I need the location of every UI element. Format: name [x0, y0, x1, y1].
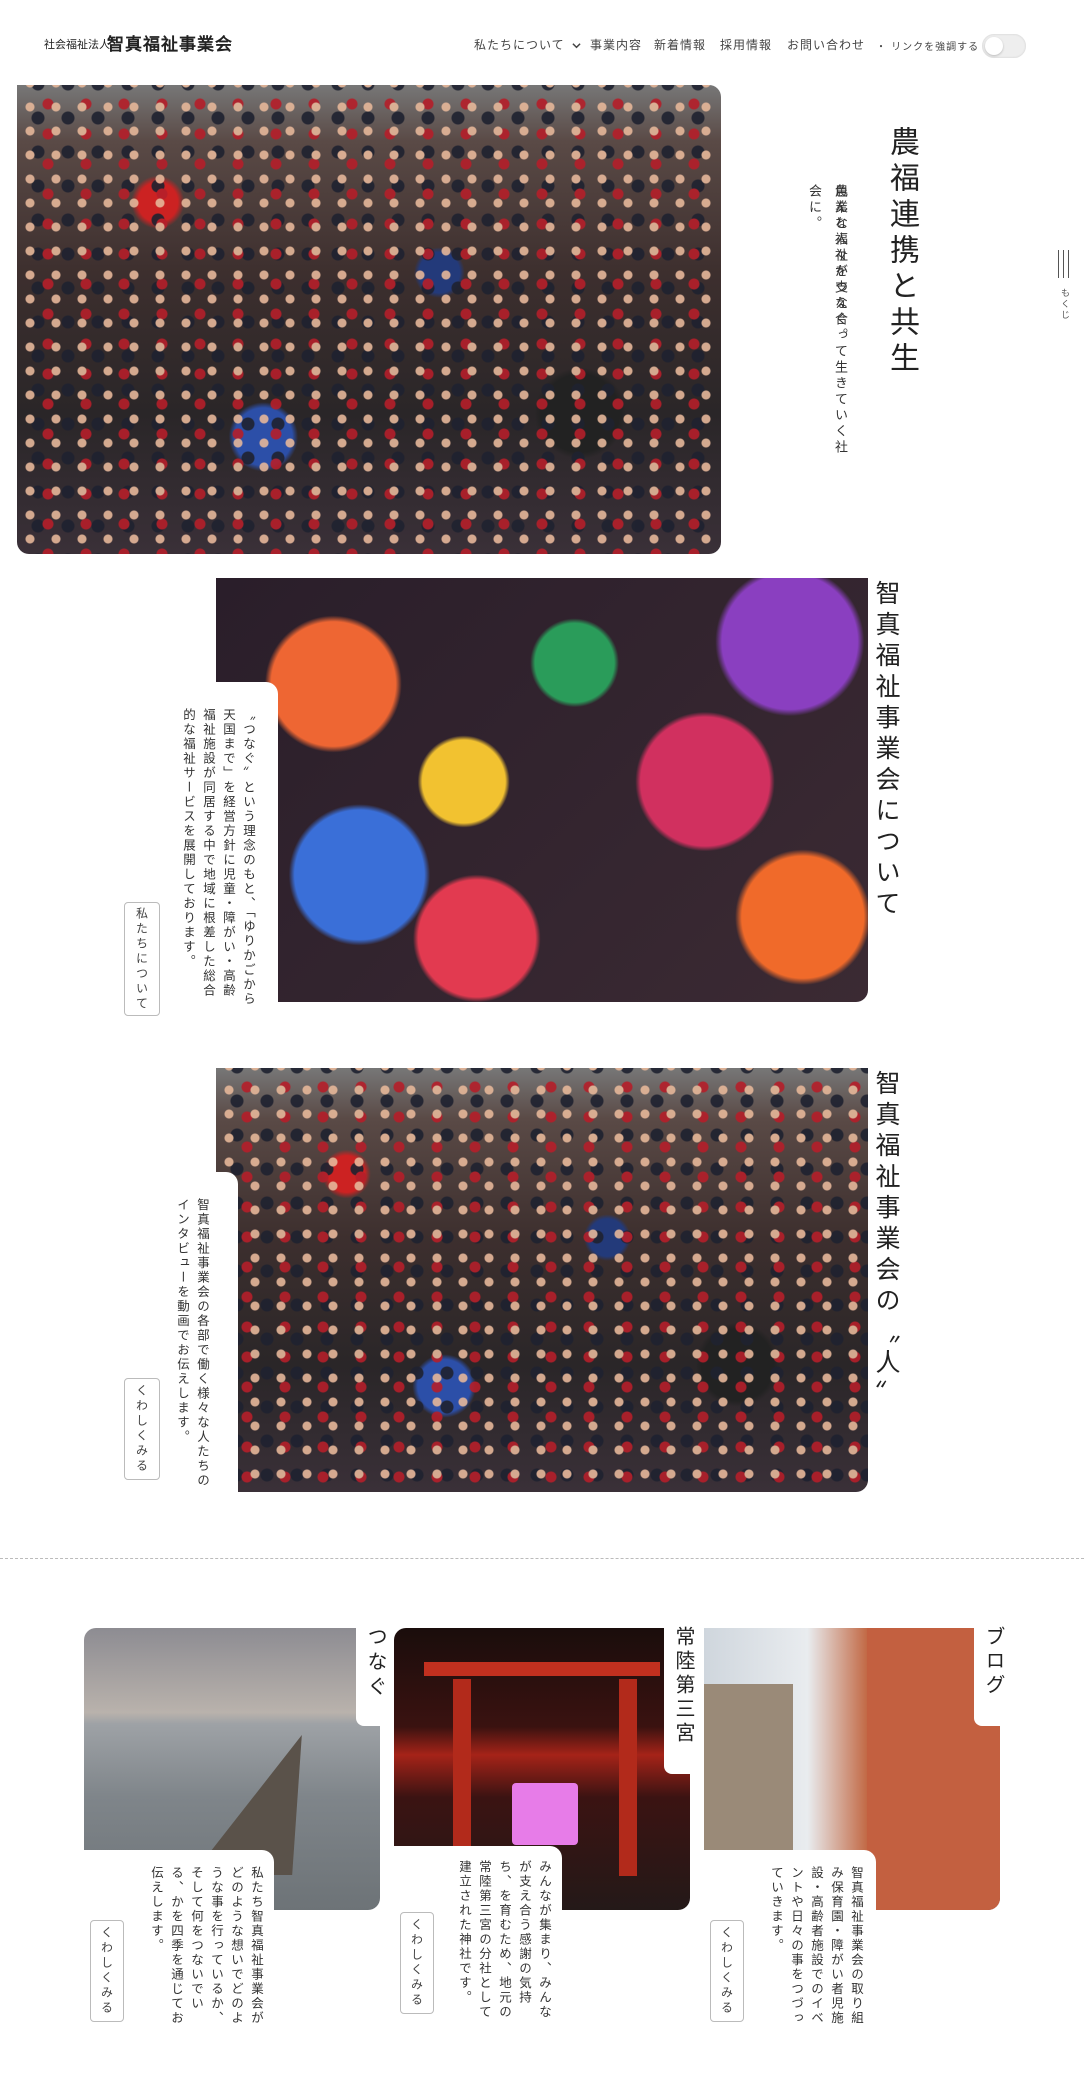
- toc-icon[interactable]: [1054, 250, 1076, 280]
- about-body: 〝つなぐ〟という理念のもと、「ゆりかごから天国まで」を経営方針に児童・障がい・高…: [181, 708, 256, 1007]
- card-2-label: 常陸第三宮: [672, 1626, 696, 1746]
- section-divider: [0, 1558, 1084, 1559]
- toggle-knob: [985, 37, 1003, 55]
- card-1-button[interactable]: くわしくみる: [90, 1920, 124, 2022]
- card-2-body: みんなが集まり、みんなが支え合う感謝の気持ち、を育むため、地元の常陸第三宮の分社…: [457, 1860, 552, 2020]
- nav-about-label: 私たちについて: [474, 38, 565, 52]
- people-title: 智真福祉事業会の〝人〟: [872, 1070, 901, 1411]
- people-body: 智真福祉事業会の各部で働く様々な人たちのインタビューを動画でお伝えします。: [175, 1198, 210, 1488]
- card-3-label-box: ブログ: [974, 1618, 1012, 1726]
- nav-news[interactable]: 新着情報: [654, 36, 706, 53]
- link-emphasis-toggle[interactable]: [982, 34, 1026, 58]
- about-title: 智真福祉事業会について: [872, 580, 901, 921]
- people-button[interactable]: くわしくみる: [124, 1378, 160, 1480]
- hero-title: 農福連携と共生: [884, 126, 919, 378]
- hero-lead-2: 色んな人々が支え合って生きていく社会に。: [806, 184, 847, 456]
- about-button[interactable]: 私たちについて: [124, 902, 160, 1016]
- card-3-button[interactable]: くわしくみる: [710, 1920, 744, 2022]
- about-photo: [216, 578, 868, 1002]
- org-prefix: 社会福祉法人: [44, 38, 110, 51]
- card-3-body: 智真福祉事業会の取り組み保育園・障がい者児施設・高齢者施設でのイベントや日々の事…: [769, 1866, 864, 2026]
- toc-label: もくじ: [1059, 288, 1069, 321]
- card-1-body: 私たち智真福祉事業会がどのような想いでどのような事を行っているか、そして何をつな…: [149, 1866, 264, 2026]
- hero-photo: [17, 85, 721, 554]
- card-1-label: つなぐ: [364, 1626, 388, 1701]
- card-2-button[interactable]: くわしくみる: [400, 1912, 434, 2014]
- site-header: 社会福祉法人 智真福祉事業会 私たちについて 事業内容 新着情報 採用情報 お問…: [0, 0, 1084, 86]
- nav-contact[interactable]: お問い合わせ: [787, 36, 865, 53]
- card-2-label-box: 常陸第三宮: [664, 1618, 702, 1774]
- site-logo[interactable]: 智真福祉事業会: [107, 30, 233, 55]
- link-emphasis-label: ・ リンクを強調する: [876, 42, 980, 53]
- card-3-label: ブログ: [982, 1626, 1006, 1698]
- nav-about[interactable]: 私たちについて: [474, 36, 582, 53]
- people-photo: [216, 1068, 868, 1492]
- card-1-label-box: つなぐ: [356, 1618, 392, 1726]
- nav-recruit[interactable]: 採用情報: [720, 36, 772, 53]
- nav-services[interactable]: 事業内容: [590, 36, 642, 53]
- chevron-down-icon: [572, 43, 582, 49]
